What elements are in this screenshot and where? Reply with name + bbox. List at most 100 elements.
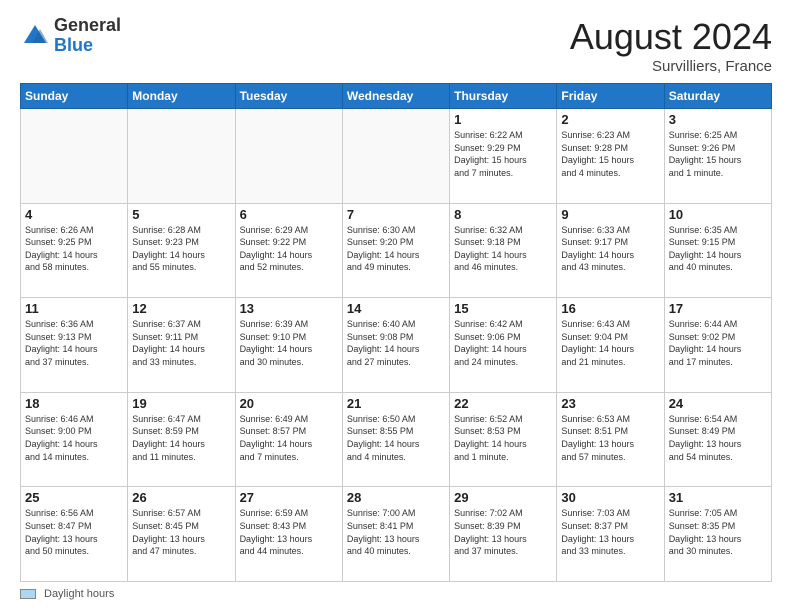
day-number: 23 <box>561 396 659 411</box>
day-number: 26 <box>132 490 230 505</box>
day-info: Sunrise: 6:46 AM Sunset: 9:00 PM Dayligh… <box>25 413 123 463</box>
calendar-cell: 21 Sunrise: 6:50 AM Sunset: 8:55 PM Dayli… <box>342 392 449 487</box>
calendar-cell: 19Sunrise: 6:47 AM Sunset: 8:59 PM Dayli… <box>128 392 235 487</box>
day-number: 31 <box>669 490 767 505</box>
day-number: 1 <box>454 112 552 127</box>
calendar-cell: 29 Sunrise: 7:02 AM Sunset: 8:39 PM Dayli… <box>450 487 557 582</box>
calendar-day-header: Saturday <box>664 84 771 109</box>
calendar-cell <box>128 109 235 204</box>
day-number: 24 <box>669 396 767 411</box>
logo-general-text: General <box>54 16 121 36</box>
calendar-cell: 23Sunrise: 6:53 AM Sunset: 8:51 PM Dayli… <box>557 392 664 487</box>
logo: General Blue <box>20 16 121 56</box>
calendar-cell: 27 Sunrise: 6:59 AM Sunset: 8:43 PM Dayli… <box>235 487 342 582</box>
day-info: Sunrise: 7:02 AM Sunset: 8:39 PM Dayligh… <box>454 507 552 557</box>
calendar-table: SundayMondayTuesdayWednesdayThursdayFrid… <box>20 83 772 582</box>
day-number: 18 <box>25 396 123 411</box>
calendar-cell: 5 Sunrise: 6:28 AM Sunset: 9:23 PM Daylig… <box>128 203 235 298</box>
day-info: Sunrise: 6:26 AM Sunset: 9:25 PM Dayligh… <box>25 224 123 274</box>
day-info: Sunrise: 6:33 AM Sunset: 9:17 PM Dayligh… <box>561 224 659 274</box>
calendar-cell: 30 Sunrise: 7:03 AM Sunset: 8:37 PM Dayli… <box>557 487 664 582</box>
calendar-cell: 1 Sunrise: 6:22 AM Sunset: 9:29 PM Daylig… <box>450 109 557 204</box>
calendar-cell: 18 Sunrise: 6:46 AM Sunset: 9:00 PM Dayli… <box>21 392 128 487</box>
day-number: 30 <box>561 490 659 505</box>
calendar-day-header: Thursday <box>450 84 557 109</box>
calendar-cell <box>342 109 449 204</box>
calendar-cell: 4 Sunrise: 6:26 AM Sunset: 9:25 PM Daylig… <box>21 203 128 298</box>
calendar-cell: 3Sunrise: 6:25 AM Sunset: 9:26 PM Daylig… <box>664 109 771 204</box>
day-info: Sunrise: 7:00 AM Sunset: 8:41 PM Dayligh… <box>347 507 445 557</box>
day-number: 25 <box>25 490 123 505</box>
day-number: 15 <box>454 301 552 316</box>
day-info: Sunrise: 7:05 AM Sunset: 8:35 PM Dayligh… <box>669 507 767 557</box>
day-info: Sunrise: 6:50 AM Sunset: 8:55 PM Dayligh… <box>347 413 445 463</box>
header: General Blue August 2024 Survilliers, Fr… <box>20 16 772 75</box>
calendar-cell: 14 Sunrise: 6:40 AM Sunset: 9:08 PM Dayli… <box>342 298 449 393</box>
day-number: 17 <box>669 301 767 316</box>
day-number: 13 <box>240 301 338 316</box>
day-info: Sunrise: 6:43 AM Sunset: 9:04 PM Dayligh… <box>561 318 659 368</box>
legend-label: Daylight hours <box>44 588 114 600</box>
day-number: 29 <box>454 490 552 505</box>
calendar-cell: 22 Sunrise: 6:52 AM Sunset: 8:53 PM Dayli… <box>450 392 557 487</box>
logo-blue-text: Blue <box>54 36 121 56</box>
day-number: 5 <box>132 207 230 222</box>
calendar-cell: 7Sunrise: 6:30 AM Sunset: 9:20 PM Daylig… <box>342 203 449 298</box>
day-number: 28 <box>347 490 445 505</box>
day-info: Sunrise: 6:36 AM Sunset: 9:13 PM Dayligh… <box>25 318 123 368</box>
page: General Blue August 2024 Survilliers, Fr… <box>0 0 792 612</box>
day-info: Sunrise: 6:40 AM Sunset: 9:08 PM Dayligh… <box>347 318 445 368</box>
day-info: Sunrise: 6:22 AM Sunset: 9:29 PM Dayligh… <box>454 129 552 179</box>
day-number: 19 <box>132 396 230 411</box>
calendar-cell: 24 Sunrise: 6:54 AM Sunset: 8:49 PM Dayli… <box>664 392 771 487</box>
day-number: 14 <box>347 301 445 316</box>
calendar-week-row: 25 Sunrise: 6:56 AM Sunset: 8:47 PM Dayli… <box>21 487 772 582</box>
calendar-day-header: Friday <box>557 84 664 109</box>
day-number: 6 <box>240 207 338 222</box>
calendar-cell: 13 Sunrise: 6:39 AM Sunset: 9:10 PM Dayli… <box>235 298 342 393</box>
day-info: Sunrise: 6:54 AM Sunset: 8:49 PM Dayligh… <box>669 413 767 463</box>
day-info: Sunrise: 6:52 AM Sunset: 8:53 PM Dayligh… <box>454 413 552 463</box>
calendar-week-row: 1 Sunrise: 6:22 AM Sunset: 9:29 PM Daylig… <box>21 109 772 204</box>
day-number: 22 <box>454 396 552 411</box>
day-number: 8 <box>454 207 552 222</box>
day-number: 20 <box>240 396 338 411</box>
day-number: 27 <box>240 490 338 505</box>
day-info: Sunrise: 6:35 AM Sunset: 9:15 PM Dayligh… <box>669 224 767 274</box>
calendar-day-header: Tuesday <box>235 84 342 109</box>
calendar-cell: 16Sunrise: 6:43 AM Sunset: 9:04 PM Dayli… <box>557 298 664 393</box>
calendar-cell: 11Sunrise: 6:36 AM Sunset: 9:13 PM Dayli… <box>21 298 128 393</box>
calendar-cell: 2 Sunrise: 6:23 AM Sunset: 9:28 PM Daylig… <box>557 109 664 204</box>
day-info: Sunrise: 6:28 AM Sunset: 9:23 PM Dayligh… <box>132 224 230 274</box>
day-info: Sunrise: 6:37 AM Sunset: 9:11 PM Dayligh… <box>132 318 230 368</box>
day-info: Sunrise: 6:39 AM Sunset: 9:10 PM Dayligh… <box>240 318 338 368</box>
calendar-cell <box>21 109 128 204</box>
day-info: Sunrise: 7:03 AM Sunset: 8:37 PM Dayligh… <box>561 507 659 557</box>
calendar-header-row: SundayMondayTuesdayWednesdayThursdayFrid… <box>21 84 772 109</box>
calendar-cell: 31 Sunrise: 7:05 AM Sunset: 8:35 PM Dayli… <box>664 487 771 582</box>
calendar-day-header: Sunday <box>21 84 128 109</box>
calendar-week-row: 18 Sunrise: 6:46 AM Sunset: 9:00 PM Dayli… <box>21 392 772 487</box>
day-info: Sunrise: 6:49 AM Sunset: 8:57 PM Dayligh… <box>240 413 338 463</box>
calendar-cell: 17 Sunrise: 6:44 AM Sunset: 9:02 PM Dayli… <box>664 298 771 393</box>
calendar-cell: 25 Sunrise: 6:56 AM Sunset: 8:47 PM Dayli… <box>21 487 128 582</box>
legend-box <box>20 589 36 599</box>
day-info: Sunrise: 6:44 AM Sunset: 9:02 PM Dayligh… <box>669 318 767 368</box>
day-number: 12 <box>132 301 230 316</box>
day-info: Sunrise: 6:23 AM Sunset: 9:28 PM Dayligh… <box>561 129 659 179</box>
calendar-cell: 8Sunrise: 6:32 AM Sunset: 9:18 PM Daylig… <box>450 203 557 298</box>
day-number: 21 <box>347 396 445 411</box>
calendar-cell: 26Sunrise: 6:57 AM Sunset: 8:45 PM Dayli… <box>128 487 235 582</box>
day-info: Sunrise: 6:59 AM Sunset: 8:43 PM Dayligh… <box>240 507 338 557</box>
footer: Daylight hours <box>20 588 772 600</box>
day-info: Sunrise: 6:42 AM Sunset: 9:06 PM Dayligh… <box>454 318 552 368</box>
month-title: August 2024 <box>570 16 772 58</box>
day-info: Sunrise: 6:56 AM Sunset: 8:47 PM Dayligh… <box>25 507 123 557</box>
logo-text: General Blue <box>54 16 121 56</box>
day-number: 2 <box>561 112 659 127</box>
calendar-week-row: 11Sunrise: 6:36 AM Sunset: 9:13 PM Dayli… <box>21 298 772 393</box>
day-number: 9 <box>561 207 659 222</box>
calendar-day-header: Wednesday <box>342 84 449 109</box>
calendar-cell: 10Sunrise: 6:35 AM Sunset: 9:15 PM Dayli… <box>664 203 771 298</box>
day-number: 4 <box>25 207 123 222</box>
